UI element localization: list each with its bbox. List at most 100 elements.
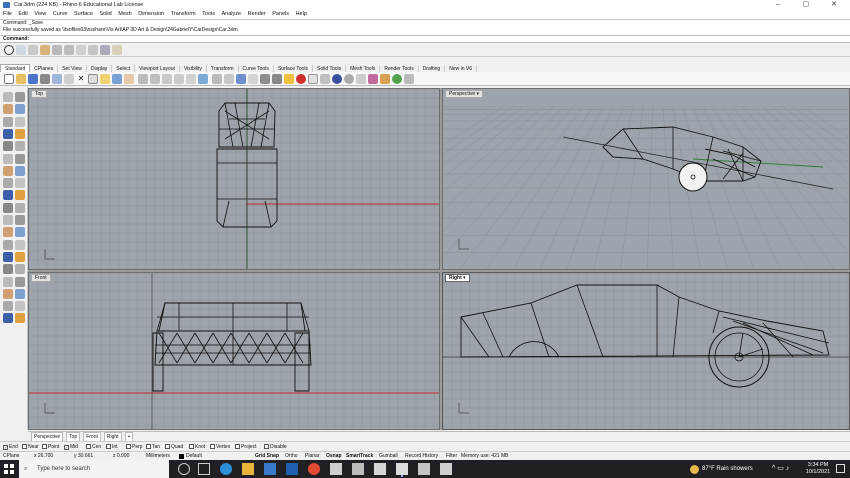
- sidebar-tool-icon[interactable]: [3, 92, 13, 102]
- osnap-vertex[interactable]: Vertex: [210, 443, 230, 451]
- render-icon[interactable]: [296, 74, 306, 84]
- rhino-taskbar-icon-2[interactable]: [352, 463, 364, 475]
- osnap-checkbox[interactable]: [86, 444, 91, 449]
- edge-icon[interactable]: [220, 463, 232, 475]
- sidebar-tool-icon[interactable]: [3, 190, 13, 201]
- sidebar-tool-icon[interactable]: [3, 276, 13, 287]
- new-file-icon[interactable]: [4, 74, 14, 84]
- osnap-checkbox[interactable]: [146, 444, 151, 449]
- zoom-window-icon[interactable]: [162, 74, 172, 84]
- rendered-icon[interactable]: [344, 74, 354, 84]
- osnap-checkbox[interactable]: ✓: [3, 445, 8, 450]
- viewport-right[interactable]: Right ▾: [442, 272, 850, 430]
- menu-view[interactable]: View: [34, 10, 46, 19]
- maximize-icon[interactable]: ▢: [792, 0, 820, 10]
- sidebar-tool-icon[interactable]: [15, 313, 25, 324]
- viewport-perspective[interactable]: Perspective ▾: [442, 88, 850, 270]
- sidebar-tool-icon[interactable]: [15, 264, 25, 275]
- task-view-icon[interactable]: [198, 463, 210, 475]
- osnap-quad[interactable]: Quad: [165, 443, 183, 451]
- car-icon[interactable]: [88, 45, 98, 55]
- sidebar-tool-icon[interactable]: [15, 301, 25, 312]
- windows-start-icon[interactable]: [4, 464, 14, 474]
- select-all-icon[interactable]: [260, 74, 270, 84]
- sidebar-tool-icon[interactable]: [3, 239, 13, 250]
- osnap-near[interactable]: Near: [22, 443, 39, 451]
- viewport-title-right[interactable]: Right ▾: [445, 274, 470, 282]
- command-line[interactable]: Command:: [0, 35, 850, 43]
- grid-icon[interactable]: [248, 74, 258, 84]
- save-icon[interactable]: [28, 74, 38, 84]
- copy-icon[interactable]: [88, 74, 98, 84]
- osnap-checkbox[interactable]: [210, 444, 215, 449]
- osnap-checkbox[interactable]: [165, 444, 170, 449]
- undo-icon[interactable]: [112, 74, 122, 84]
- osnap-disable[interactable]: Disable: [264, 443, 287, 451]
- mail-icon[interactable]: [286, 463, 298, 475]
- print-icon[interactable]: [40, 74, 50, 84]
- notification-icon[interactable]: [836, 464, 845, 473]
- sidebar-tool-icon[interactable]: [15, 288, 25, 299]
- menu-tools[interactable]: Tools: [202, 10, 215, 19]
- osnap-project[interactable]: Project: [235, 443, 257, 451]
- sidebar-tool-icon[interactable]: [15, 202, 25, 213]
- menu-file[interactable]: File: [3, 10, 12, 19]
- grasshopper-icon[interactable]: [404, 74, 414, 84]
- sidebar-tool-icon[interactable]: [3, 178, 13, 189]
- osnap-checkbox[interactable]: [126, 444, 131, 449]
- polyline-icon[interactable]: [40, 45, 50, 55]
- rhino-taskbar-icon-3[interactable]: [374, 463, 386, 475]
- sidebar-tool-icon[interactable]: [15, 190, 25, 201]
- shape-icon[interactable]: [100, 45, 110, 55]
- sidebar-tool-icon[interactable]: [3, 313, 13, 324]
- menu-render[interactable]: Render: [248, 10, 266, 19]
- osnap-end[interactable]: ✓ End: [3, 443, 18, 451]
- open-file-icon[interactable]: [16, 74, 26, 84]
- sidebar-tool-icon[interactable]: [15, 165, 25, 176]
- sidebar-tool-icon[interactable]: [3, 251, 13, 262]
- sidebar-tool-icon[interactable]: [15, 239, 25, 250]
- sidebar-tool-icon[interactable]: [15, 227, 25, 238]
- lock-icon[interactable]: [284, 74, 294, 84]
- osnap-knot[interactable]: Knot: [189, 443, 205, 451]
- osnap-checkbox[interactable]: [189, 444, 194, 449]
- curve-tool-icon[interactable]: [28, 45, 38, 55]
- properties-icon[interactable]: [64, 74, 74, 84]
- rotate-view-icon[interactable]: [138, 74, 148, 84]
- sidebar-tool-icon[interactable]: [15, 141, 25, 152]
- four-viewports-icon[interactable]: [212, 74, 222, 84]
- pan-icon[interactable]: [124, 74, 134, 84]
- sidebar-tool-icon[interactable]: [15, 104, 25, 115]
- osnap-int[interactable]: Int: [106, 443, 118, 451]
- viewport-title-front[interactable]: Front: [31, 274, 51, 282]
- rhino-taskbar-icon-5[interactable]: [418, 463, 430, 475]
- minimize-icon[interactable]: –: [764, 0, 792, 10]
- zoom-extents-icon[interactable]: [174, 74, 184, 84]
- rhino-taskbar-icon-active[interactable]: [396, 463, 408, 475]
- rhino-taskbar-icon[interactable]: [330, 463, 342, 475]
- sidebar-tool-icon[interactable]: [15, 215, 25, 225]
- menu-surface[interactable]: Surface: [74, 10, 93, 19]
- tool-icon[interactable]: [112, 45, 122, 55]
- sidebar-tool-icon[interactable]: [3, 141, 13, 152]
- menu-help[interactable]: Help: [296, 10, 307, 19]
- sun-icon[interactable]: [380, 74, 390, 84]
- menu-solid[interactable]: Solid: [99, 10, 111, 19]
- weather-text[interactable]: 87°F Rain showers: [702, 460, 753, 478]
- import-icon[interactable]: [52, 74, 62, 84]
- osnap-checkbox[interactable]: [235, 444, 240, 449]
- osnap-checkbox[interactable]: ✓: [64, 445, 69, 450]
- environment-icon[interactable]: [392, 74, 402, 84]
- render-settings-icon[interactable]: [368, 74, 378, 84]
- maximize-viewport-icon[interactable]: [224, 74, 234, 84]
- command-icon[interactable]: [16, 45, 26, 55]
- sidebar-tool-icon[interactable]: [15, 128, 25, 139]
- menu-mesh[interactable]: Mesh: [118, 10, 131, 19]
- zoom-selected-icon[interactable]: [186, 74, 196, 84]
- sidebar-tool-icon[interactable]: [15, 251, 25, 262]
- paste-icon[interactable]: [100, 74, 110, 84]
- viewport-front[interactable]: Front: [28, 272, 440, 430]
- sidebar-tool-icon[interactable]: [3, 202, 13, 213]
- menu-transform[interactable]: Transform: [171, 10, 196, 19]
- cortana-icon[interactable]: [178, 463, 190, 475]
